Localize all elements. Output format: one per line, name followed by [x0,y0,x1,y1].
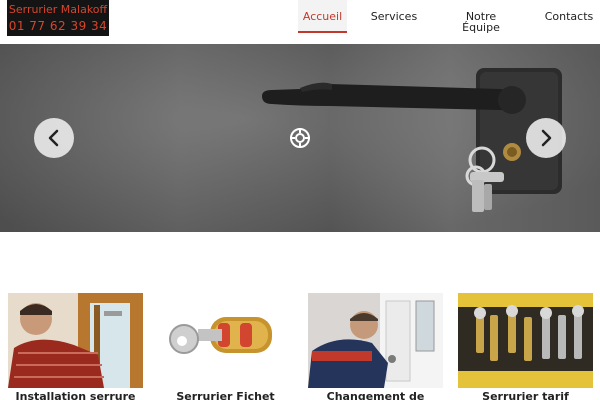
card-title-fichet: Serrurier Fichet [176,390,275,400]
hero-slider [0,44,600,232]
card-title-installation: Installation serrure [15,390,136,400]
nav-label-equipe-line2: Équipe [462,21,500,34]
card-image-installation [8,293,143,388]
chevron-right-icon [541,129,552,147]
nav-label-contacts: Contacts [544,10,594,23]
logo-title: Serrurier Malakoff [8,3,108,16]
nav-item-services[interactable]: Services [365,0,423,36]
nav-item-accueil[interactable]: Accueil [298,0,347,33]
card-image-fichet [158,293,293,388]
nav-item-equipe[interactable]: Notre Équipe [455,0,507,36]
card-title-tarif: Serrurier tarif [482,390,569,400]
site-logo[interactable]: Serrurier Malakoff 01 77 62 39 34 [7,0,109,36]
nav-label-services: Services [370,10,418,23]
card-image-tarif [458,293,593,388]
slider-prev-button[interactable] [34,118,74,158]
site-header: Serrurier Malakoff 01 77 62 39 34 Accuei… [0,0,600,44]
nav-item-contacts[interactable]: Contacts [540,0,598,36]
logo-phone: 01 77 62 39 34 [8,19,108,33]
card-image-changement [308,293,443,388]
card-title-changement: Changement de [326,390,425,400]
chevron-left-icon [48,129,59,147]
slider-next-button[interactable] [526,118,566,158]
nav-label-accueil: Accueil [302,10,343,23]
target-icon[interactable] [290,128,310,148]
